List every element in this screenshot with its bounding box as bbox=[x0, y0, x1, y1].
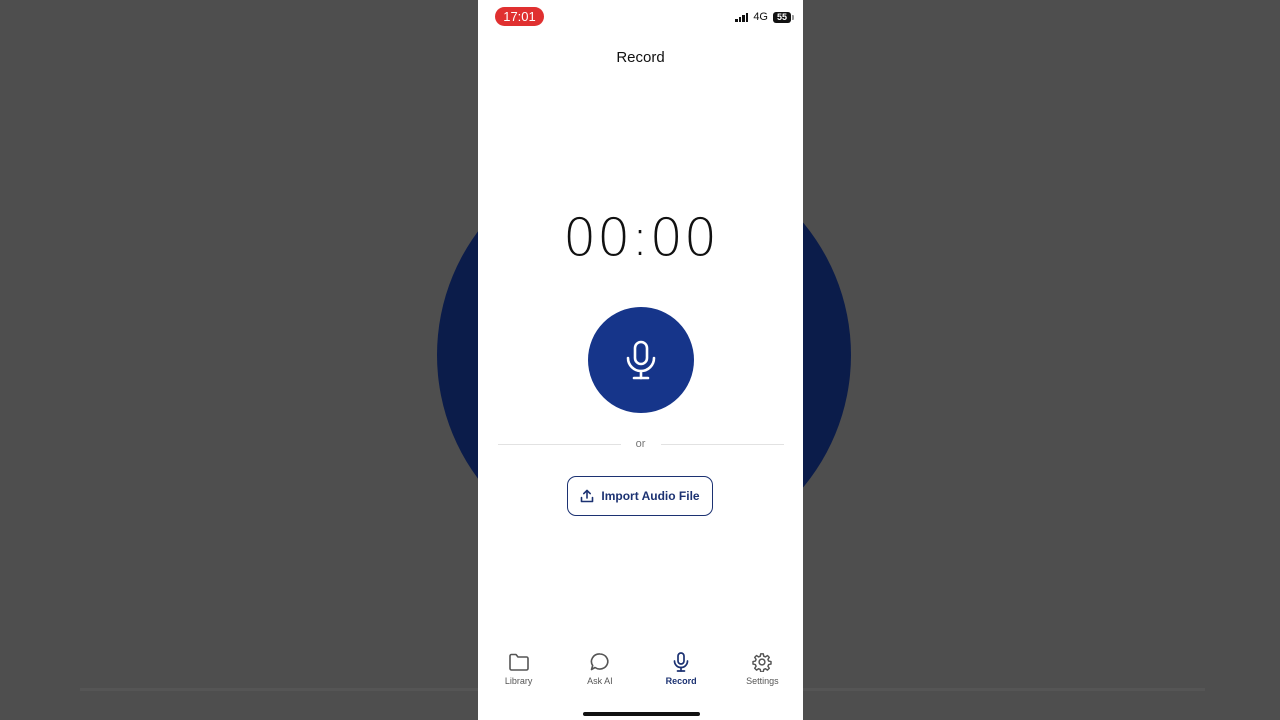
microphone-icon bbox=[673, 652, 689, 672]
upload-icon bbox=[581, 489, 594, 503]
home-indicator bbox=[583, 712, 700, 716]
import-audio-label: Import Audio File bbox=[601, 489, 700, 503]
divider-right bbox=[661, 444, 784, 445]
recording-timer: 00:00 bbox=[563, 208, 718, 268]
tab-ask-ai-label: Ask AI bbox=[587, 676, 613, 686]
battery-icon: 55 bbox=[773, 11, 794, 23]
folder-icon bbox=[508, 653, 529, 671]
page-title: Record bbox=[616, 49, 665, 66]
status-time: 17:01 bbox=[495, 7, 544, 26]
gear-icon bbox=[752, 653, 773, 672]
tab-record-label: Record bbox=[665, 676, 697, 686]
tab-settings[interactable]: Settings bbox=[726, 652, 798, 697]
tab-library-label: Library bbox=[504, 676, 533, 686]
signal-icon bbox=[735, 12, 749, 22]
tab-library[interactable]: Library bbox=[483, 652, 555, 697]
status-indicators: 4G 55 bbox=[735, 10, 794, 24]
import-audio-button[interactable]: Import Audio File bbox=[567, 476, 713, 516]
tab-ask-ai[interactable]: Ask AI bbox=[564, 652, 636, 697]
tab-bar: Library Ask AI Record Settings bbox=[478, 652, 803, 697]
phone-screen: 17:01 4G 55 Record 00:00 or Import Audio… bbox=[478, 0, 803, 720]
network-label: 4G bbox=[753, 11, 768, 23]
microphone-icon bbox=[626, 340, 656, 380]
chat-bubble-icon bbox=[590, 653, 609, 671]
tab-record[interactable]: Record bbox=[645, 652, 717, 697]
record-button[interactable] bbox=[588, 307, 694, 413]
tab-settings-label: Settings bbox=[746, 676, 779, 686]
